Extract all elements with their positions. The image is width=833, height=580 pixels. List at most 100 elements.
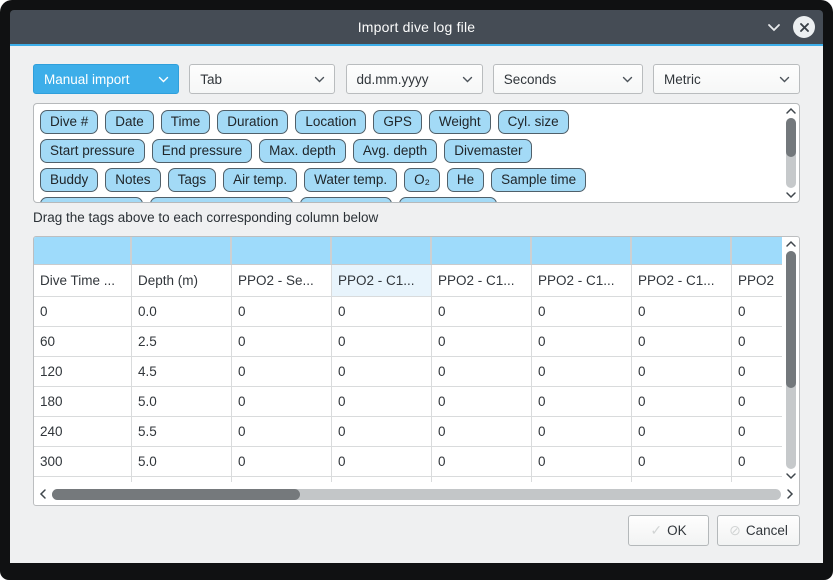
tag[interactable]: Avg. depth	[353, 139, 437, 163]
column-header[interactable]: PPO2 - C1...	[432, 265, 532, 297]
table-scrollbar-horizontal[interactable]	[34, 483, 799, 505]
column-drop-target[interactable]	[332, 237, 432, 264]
scrollbar-thumb[interactable]	[52, 489, 300, 500]
tag[interactable]: O₂	[404, 168, 440, 192]
column-header[interactable]: Depth (m)	[132, 265, 232, 297]
table-cell: 0	[432, 417, 532, 447]
ok-button[interactable]: ✓ OK	[628, 515, 709, 546]
column-drop-target[interactable]	[432, 237, 532, 264]
table-row	[34, 477, 782, 482]
table-cell: 0	[632, 447, 732, 477]
scroll-right-icon[interactable]	[786, 488, 794, 500]
table-cell: 180	[34, 387, 132, 417]
scrollbar-track[interactable]	[52, 489, 781, 500]
tag[interactable]: Weight	[429, 110, 491, 134]
table-cell: 0.0	[132, 297, 232, 327]
scroll-left-icon[interactable]	[39, 488, 47, 500]
table-cell: 0	[732, 417, 782, 447]
dialog-footer: ✓ OK ⊘ Cancel	[33, 515, 800, 546]
scroll-up-icon[interactable]	[785, 240, 797, 248]
tag-pool-scrollbar[interactable]	[782, 104, 799, 202]
tag[interactable]: Sample temperature	[150, 197, 292, 203]
chevron-down-icon[interactable]	[767, 23, 781, 32]
tag[interactable]: Duration	[217, 110, 288, 134]
scrollbar-thumb[interactable]	[786, 251, 796, 388]
column-drop-target[interactable]	[132, 237, 232, 264]
tag[interactable]: Water temp.	[304, 168, 397, 192]
instruction-text: Drag the tags above to each correspondin…	[33, 210, 800, 230]
table-cell: 60	[34, 327, 132, 357]
tag[interactable]: Buddy	[40, 168, 98, 192]
cancel-label: Cancel	[746, 523, 788, 538]
window-frame: Import dive log file Manual import Tab	[0, 0, 833, 580]
table-scrollbar-vertical[interactable]	[782, 237, 799, 483]
tag[interactable]: Time	[161, 110, 211, 134]
table-row: 0 0.0 0 0 0 0 0 0	[34, 297, 782, 327]
import-type-select[interactable]: Manual import	[33, 64, 179, 94]
column-drop-target[interactable]	[34, 237, 132, 264]
tag[interactable]: Sample time	[491, 168, 586, 192]
chevron-down-icon	[779, 76, 790, 83]
field-separator-select[interactable]: Tab	[189, 64, 335, 94]
cancel-button[interactable]: ⊘ Cancel	[717, 515, 800, 546]
table-cell: 0	[332, 417, 432, 447]
drop-target-row	[34, 237, 782, 265]
tag[interactable]: Tags	[168, 168, 217, 192]
table-columns: Dive Time ... Depth (m) PPO2 - Se... PPO…	[34, 237, 782, 483]
table-cell	[432, 477, 532, 482]
tag[interactable]: Location	[295, 110, 366, 134]
table-cell: 0	[632, 417, 732, 447]
tag[interactable]: Divemaster	[444, 139, 532, 163]
scroll-down-icon[interactable]	[785, 472, 797, 480]
combo-label: Tab	[200, 72, 222, 87]
tag[interactable]: Date	[105, 110, 154, 134]
table-cell: 0	[232, 387, 332, 417]
tag[interactable]: Notes	[105, 168, 160, 192]
column-drop-target[interactable]	[532, 237, 632, 264]
scrollbar-track[interactable]	[786, 251, 796, 469]
tag[interactable]: Sample pO₂	[300, 197, 393, 203]
tag[interactable]: Sample depth	[40, 197, 143, 203]
tag[interactable]: Cyl. size	[498, 110, 569, 134]
duration-format-select[interactable]: Seconds	[493, 64, 643, 94]
tag[interactable]: Sample CNS	[399, 197, 497, 203]
titlebar[interactable]: Import dive log file	[10, 10, 823, 44]
column-header[interactable]: PPO2 - C1...	[632, 265, 732, 297]
tag[interactable]: End pressure	[152, 139, 252, 163]
table-cell: 0	[332, 327, 432, 357]
tag[interactable]: Max. depth	[259, 139, 346, 163]
table-cell: 5.0	[132, 387, 232, 417]
column-drop-target[interactable]	[232, 237, 332, 264]
column-header[interactable]: PPO2 - C1...	[332, 265, 432, 297]
scrollbar-thumb[interactable]	[786, 118, 796, 157]
table-cell: 5.0	[132, 447, 232, 477]
table-row: 60 2.5 0 0 0 0 0 0	[34, 327, 782, 357]
table-cell	[732, 477, 782, 482]
table-cell: 0	[732, 447, 782, 477]
table-cell: 0	[432, 447, 532, 477]
tag[interactable]: He	[447, 168, 484, 192]
tag[interactable]: GPS	[373, 110, 422, 134]
column-header[interactable]: PPO2	[732, 265, 782, 297]
column-drop-target[interactable]	[632, 237, 732, 264]
date-format-select[interactable]: dd.mm.yyyy	[346, 64, 483, 94]
scrollbar-track[interactable]	[786, 118, 796, 188]
column-header[interactable]: Dive Time ...	[34, 265, 132, 297]
table-cell: 0	[732, 357, 782, 387]
units-select[interactable]: Metric	[653, 64, 800, 94]
tag[interactable]: Dive #	[40, 110, 98, 134]
scroll-up-icon[interactable]	[785, 107, 797, 115]
column-header[interactable]: PPO2 - C1...	[532, 265, 632, 297]
combo-label: dd.mm.yyyy	[357, 72, 429, 87]
column-header[interactable]: PPO2 - Se...	[232, 265, 332, 297]
column-drop-target[interactable]	[732, 237, 782, 264]
table-cell	[332, 477, 432, 482]
table-cell	[632, 477, 732, 482]
table-cell: 0	[532, 447, 632, 477]
check-icon: ✓	[650, 522, 662, 539]
tag[interactable]: Air temp.	[223, 168, 297, 192]
tag[interactable]: Start pressure	[40, 139, 145, 163]
scroll-down-icon[interactable]	[785, 191, 797, 199]
tag-row: Start pressure End pressure Max. depth A…	[40, 136, 780, 165]
close-button[interactable]	[793, 16, 815, 38]
